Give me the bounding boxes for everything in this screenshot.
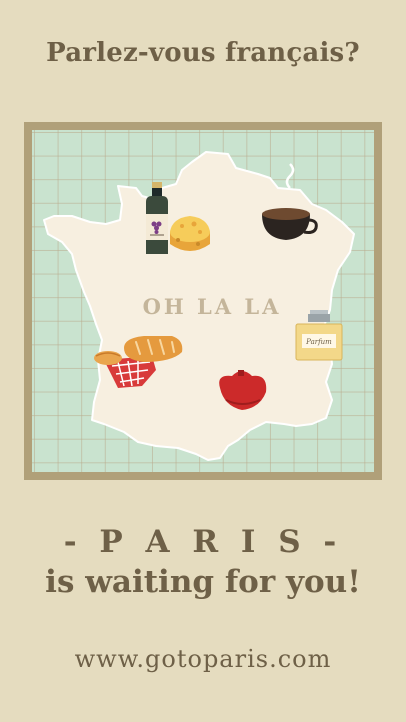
perfume-label: Parfum <box>305 338 332 346</box>
map-center-text: OH LA LA <box>143 294 282 319</box>
tagline-waiting: is waiting for you! <box>45 564 361 600</box>
headline: Parlez-vous français? <box>46 38 360 68</box>
cheese-icon <box>170 216 210 251</box>
website-link[interactable]: www.gotoparis.com <box>0 645 406 673</box>
france-map: OH LA LA Parfum <box>43 151 355 461</box>
tagline-paris: - P A R I S - <box>63 524 343 560</box>
poster: { "headline": "Parlez-vous français?", "… <box>0 0 406 722</box>
map-frame: OH LA LA Parfum <box>24 122 382 480</box>
